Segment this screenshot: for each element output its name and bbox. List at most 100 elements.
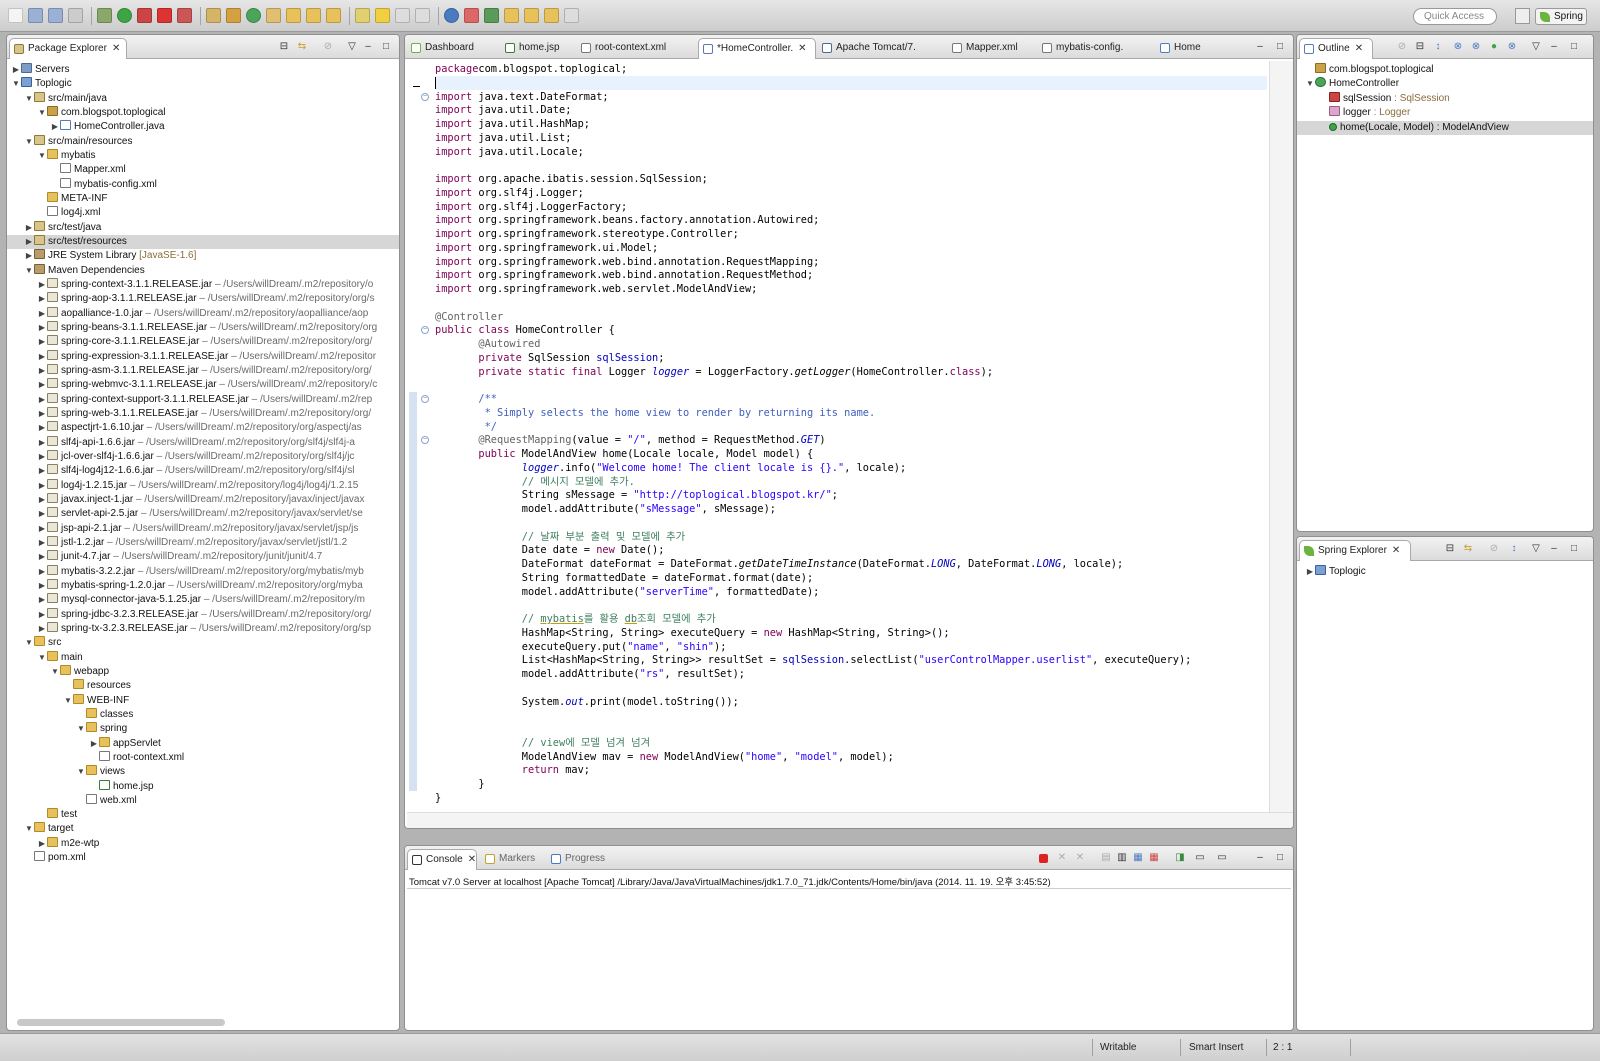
tree-row[interactable]: ▶ spring-webmvc-3.1.1.RELEASE.jar – /User… <box>7 378 399 392</box>
tree-row[interactable]: ▶ spring-expression-3.1.1.RELEASE.jar – /… <box>7 349 399 364</box>
collapsed-arrow-icon[interactable]: ▶ <box>37 321 47 335</box>
tree-row[interactable]: ▶ src/test/java <box>7 220 399 235</box>
sort-icon[interactable]: ↕ <box>1433 42 1443 52</box>
fold-toggle-icon[interactable]: − <box>421 395 429 403</box>
tree-row[interactable]: ▼ src <box>7 636 399 650</box>
minimize-icon[interactable]: – <box>1549 544 1559 554</box>
editor-tab[interactable]: home.jsp <box>501 38 575 59</box>
expanded-arrow-icon[interactable]: ▼ <box>37 149 47 163</box>
editor-tab[interactable]: *HomeController. ✕ <box>698 38 816 59</box>
tree-row[interactable]: ▶ jcl-over-slf4j-1.6.6.jar – /Users/willD… <box>7 449 399 464</box>
clear-console-icon[interactable]: ▤ <box>1101 853 1111 863</box>
minimize-icon[interactable]: – <box>1255 853 1265 863</box>
run-external-icon[interactable] <box>137 8 152 23</box>
tree-row[interactable]: home(Locale, Model) : ModelAndView <box>1297 120 1593 135</box>
expanded-arrow-icon[interactable]: ▼ <box>1305 77 1315 91</box>
tree-row[interactable]: ▶ jstl-1.2.jar – /Users/willDream/.m2/rep… <box>7 535 399 550</box>
console-tab[interactable]: Console ✕ <box>407 849 477 870</box>
tree-row[interactable]: ▼ com.blogspot.toplogical <box>7 105 399 120</box>
minimize-icon[interactable]: – <box>1255 42 1265 52</box>
editor-tab[interactable]: root-context.xml <box>577 38 696 59</box>
open-perspective-icon[interactable] <box>1515 8 1530 24</box>
highlight-icon[interactable] <box>375 8 390 23</box>
tree-row[interactable]: ▼ views <box>7 765 399 779</box>
tree-row[interactable]: test <box>7 808 399 822</box>
console-output[interactable] <box>407 888 1291 1014</box>
collapsed-arrow-icon[interactable]: ▶ <box>37 579 47 593</box>
show-whitespace-icon[interactable] <box>395 8 410 23</box>
tree-row[interactable]: home.jsp <box>7 779 399 794</box>
block-select-icon[interactable] <box>415 8 430 23</box>
open-folder-icon[interactable] <box>286 8 301 23</box>
tree-row[interactable]: ▼ webapp <box>7 664 399 679</box>
tree-row[interactable]: ▶ spring-beans-3.1.1.RELEASE.jar – /Users… <box>7 320 399 335</box>
collapsed-arrow-icon[interactable]: ▶ <box>37 450 47 464</box>
collapsed-arrow-icon[interactable]: ▶ <box>37 364 47 378</box>
collapsed-arrow-icon[interactable]: ▶ <box>37 407 47 421</box>
tree-row[interactable]: ▶ servlet-api-2.5.jar – /Users/willDream/… <box>7 507 399 521</box>
close-icon[interactable]: ✕ <box>1355 43 1363 54</box>
tree-row[interactable]: ▼ Toplogic <box>7 77 399 91</box>
console-tab[interactable]: Markers <box>481 849 543 870</box>
expanded-arrow-icon[interactable]: ▼ <box>24 264 34 278</box>
maximize-icon[interactable]: □ <box>1275 42 1285 52</box>
pin-console-icon[interactable]: ◨ <box>1175 853 1185 863</box>
collapsed-arrow-icon[interactable]: ▶ <box>37 536 47 550</box>
tree-row[interactable]: resources <box>7 679 399 693</box>
expanded-arrow-icon[interactable]: ▼ <box>76 765 86 779</box>
tree-row[interactable]: ▶ spring-asm-3.1.1.RELEASE.jar – /Users/w… <box>7 363 399 378</box>
tree-row[interactable]: ▶ src/test/resources <box>7 234 399 249</box>
save-all-icon[interactable] <box>48 8 63 23</box>
collapsed-arrow-icon[interactable]: ▶ <box>37 464 47 478</box>
tree-row[interactable]: ▼ WEB-INF <box>7 693 399 708</box>
refresh-icon[interactable] <box>484 8 499 23</box>
tree-row[interactable]: ▶ spring-core-3.1.1.RELEASE.jar – /Users/… <box>7 335 399 349</box>
tree-row[interactable]: ▶ slf4j-api-1.6.6.jar – /Users/willDream/… <box>7 435 399 450</box>
publish-icon[interactable] <box>177 8 192 23</box>
tree-row[interactable]: ▶ spring-context-3.1.1.RELEASE.jar – /Use… <box>7 277 399 292</box>
fold-toggle-icon[interactable]: − <box>421 436 429 445</box>
code-editor[interactable]: − − − − packagecom.blogspot.toplogical; impo… <box>407 61 1267 812</box>
tree-row[interactable]: root-context.xml <box>7 750 399 765</box>
spring-perspective-button[interactable]: Spring <box>1535 8 1587 25</box>
tree-row[interactable]: ▶ junit-4.7.jar – /Users/willDream/.m2/re… <box>7 550 399 564</box>
tree-row[interactable]: com.blogspot.toplogical <box>1297 63 1593 77</box>
collapsed-arrow-icon[interactable]: ▶ <box>1305 565 1315 579</box>
tree-row[interactable]: logger : Logger <box>1297 106 1593 120</box>
view-menu-icon[interactable]: ▽ <box>1531 544 1541 554</box>
tree-row[interactable]: ▼ src/main/resources <box>7 134 399 149</box>
expanded-arrow-icon[interactable]: ▼ <box>76 722 86 736</box>
terminate-icon[interactable] <box>1039 854 1048 863</box>
expanded-arrow-icon[interactable]: ▼ <box>37 651 47 665</box>
sort-icon[interactable]: ↕ <box>1509 544 1519 554</box>
expanded-arrow-icon[interactable]: ▼ <box>11 77 21 91</box>
scroll-lock-icon[interactable]: ▥ <box>1117 853 1127 863</box>
focus-icon[interactable]: ⊘ <box>1397 42 1407 52</box>
tree-row[interactable]: ▼ mybatis <box>7 148 399 163</box>
expanded-arrow-icon[interactable]: ▼ <box>24 822 34 836</box>
collapsed-arrow-icon[interactable]: ▶ <box>37 608 47 622</box>
print-icon[interactable] <box>68 8 83 23</box>
tab-spring-explorer[interactable]: Spring Explorer ✕ <box>1299 540 1411 561</box>
maximize-icon[interactable]: □ <box>381 42 391 52</box>
tab-package-explorer[interactable]: Package Explorer ✕ <box>9 38 127 59</box>
search-icon[interactable] <box>306 8 321 23</box>
tree-row[interactable]: pom.xml <box>7 851 399 865</box>
tree-row[interactable]: classes <box>7 707 399 722</box>
editor-tab[interactable]: Home <box>1156 38 1228 59</box>
open-type-icon[interactable] <box>266 8 281 23</box>
expanded-arrow-icon[interactable]: ▼ <box>24 92 34 106</box>
tree-row[interactable]: ▶ Servers <box>7 63 399 77</box>
link-with-editor-icon[interactable]: ⇆ <box>1463 544 1473 554</box>
collapse-all-icon[interactable]: ⊟ <box>279 42 289 52</box>
code-area[interactable]: packagecom.blogspot.toplogical; import ja… <box>435 61 1267 812</box>
remove-launch-icon[interactable]: ✕ <box>1057 853 1067 863</box>
collapsed-arrow-icon[interactable]: ▶ <box>37 479 47 493</box>
collapsed-arrow-icon[interactable]: ▶ <box>37 278 47 292</box>
collapsed-arrow-icon[interactable]: ▶ <box>37 292 47 306</box>
tree-row[interactable]: META-INF <box>7 191 399 206</box>
toggle-mark-icon[interactable] <box>355 8 370 23</box>
tree-row[interactable]: ▶ aspectjrt-1.6.10.jar – /Users/willDream… <box>7 421 399 435</box>
collapsed-arrow-icon[interactable]: ▶ <box>37 493 47 507</box>
collapsed-arrow-icon[interactable]: ▶ <box>11 63 21 77</box>
